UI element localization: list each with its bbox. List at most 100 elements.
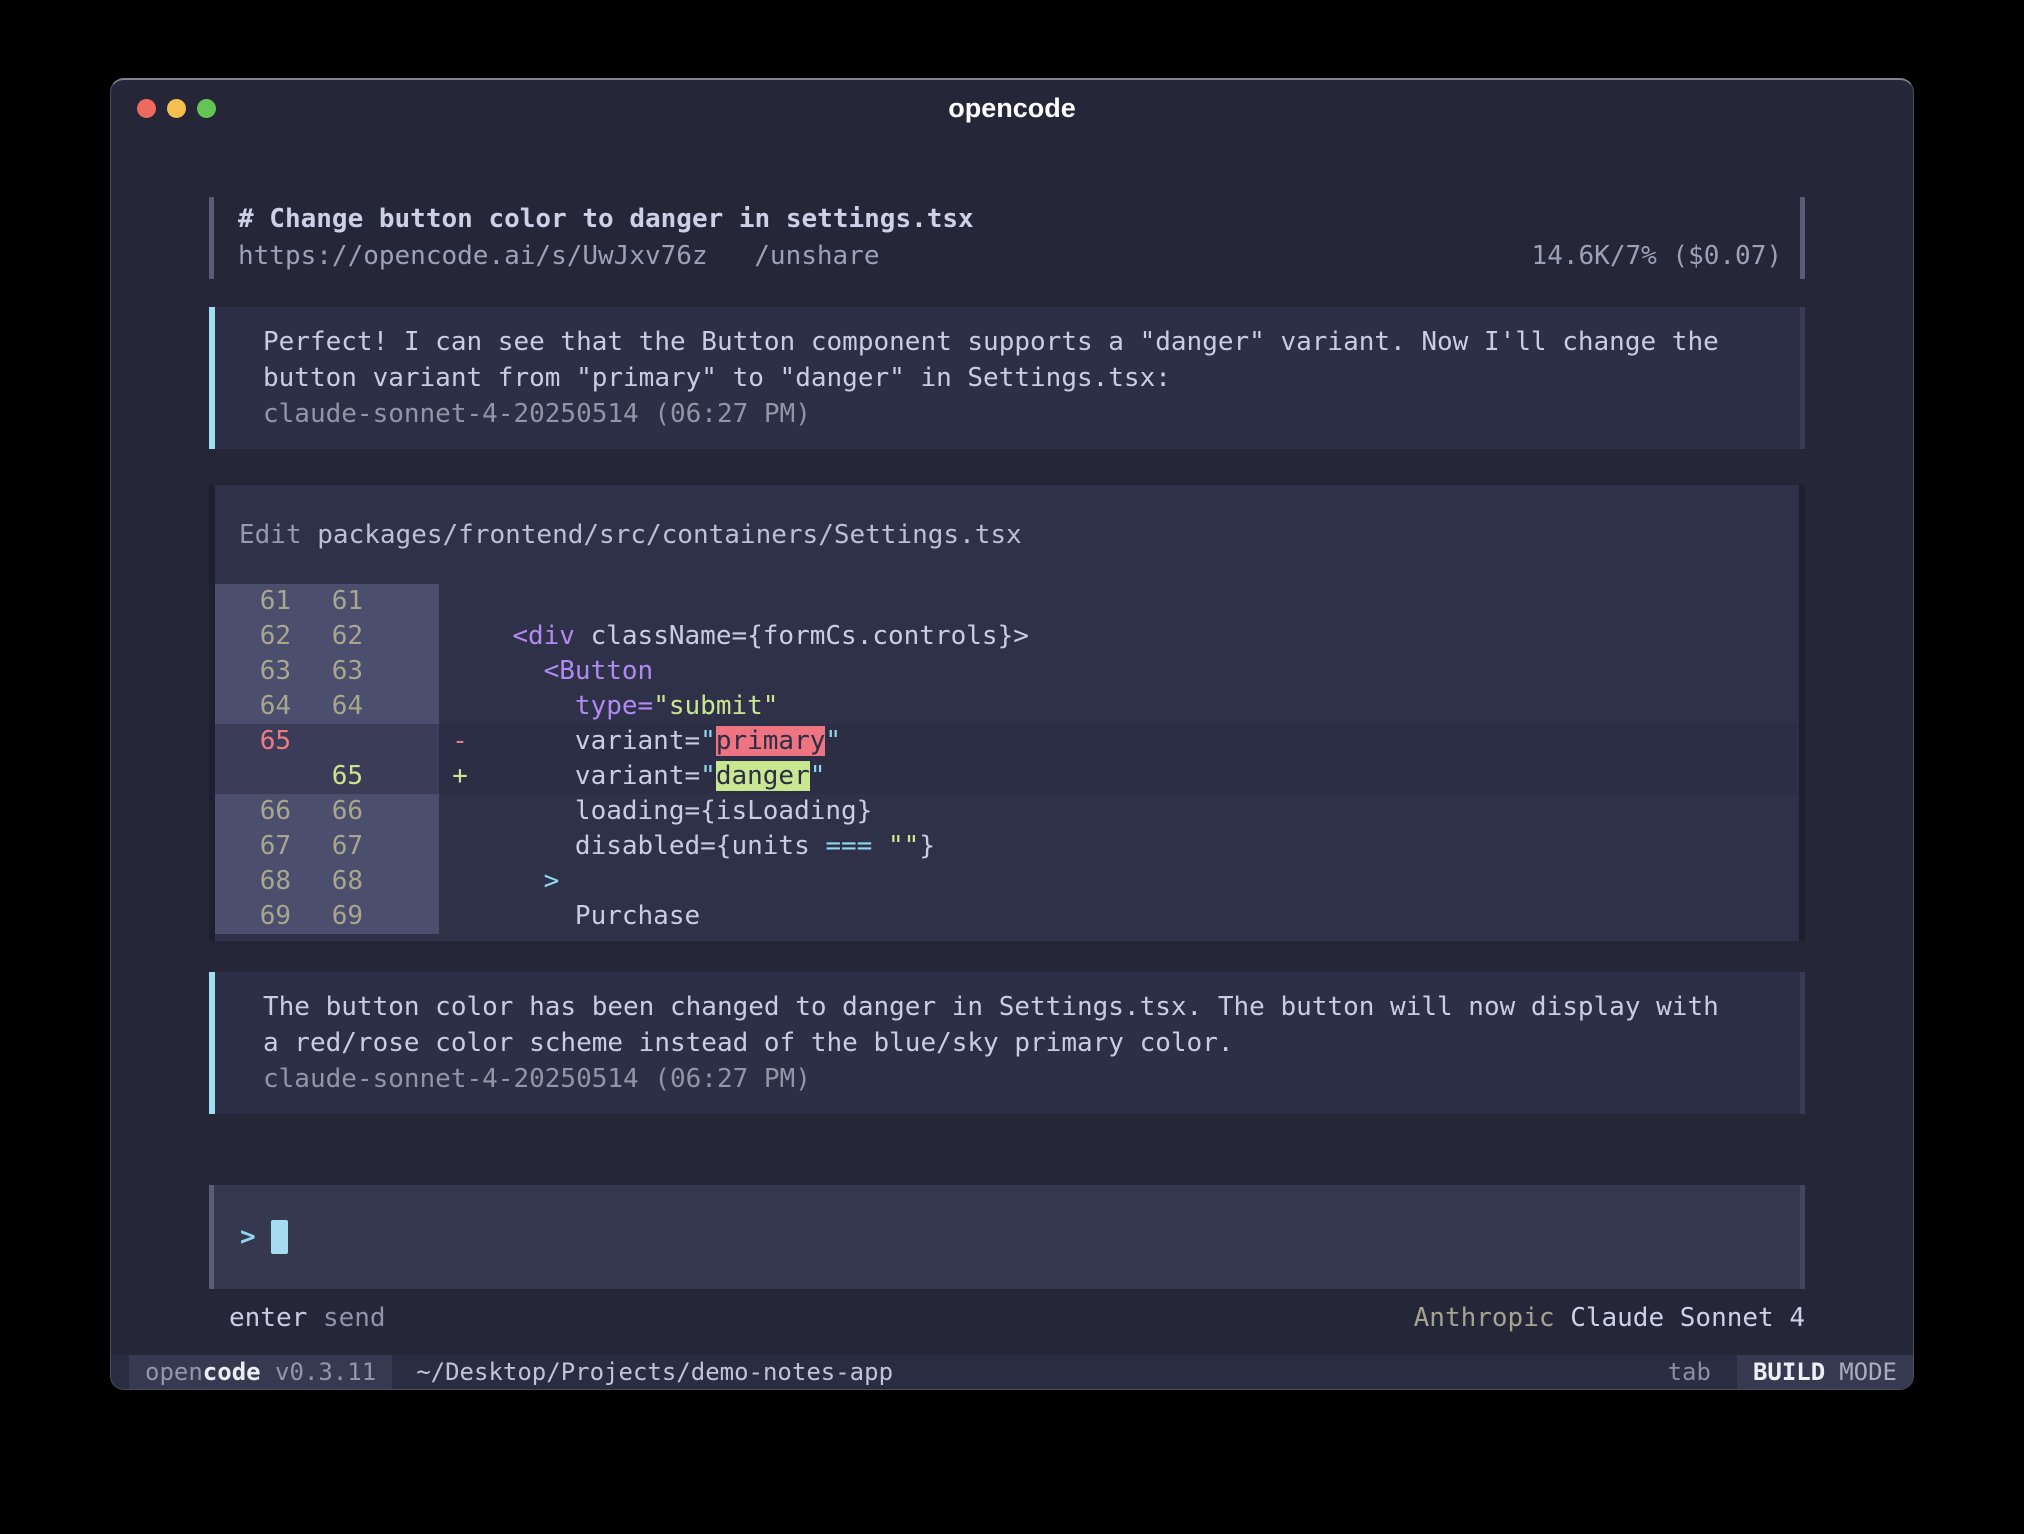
- send-hint: enter send: [209, 1300, 386, 1336]
- session-header-left: # Change button color to danger in setti…: [238, 201, 974, 275]
- hint-key: enter: [229, 1303, 307, 1333]
- diff-code-line: <Button: [481, 654, 653, 689]
- code-token: "": [888, 831, 919, 861]
- old-line-number: 67: [215, 829, 291, 864]
- text-cursor: [271, 1220, 288, 1254]
- diff-marker: [439, 584, 481, 619]
- diff-row: 6161: [215, 584, 1799, 619]
- code-token: [872, 831, 888, 861]
- status-bar: opencode v0.3.11 ~/Desktop/Projects/demo…: [111, 1355, 1913, 1389]
- message-meta: claude-sonnet-4-20250514 (06:27 PM): [263, 396, 1780, 432]
- new-line-number: [291, 724, 363, 759]
- main-content: # Change button color to danger in setti…: [111, 197, 1913, 1336]
- diff-row: 6464 type="submit": [215, 689, 1799, 724]
- input-footer: enter send Anthropic Claude Sonnet 4: [209, 1300, 1805, 1336]
- new-line-number: 66: [291, 794, 363, 829]
- diff-code-line: <div className={formCs.controls}>: [481, 619, 1029, 654]
- message-body: Perfect! I can see that the Button compo…: [263, 324, 1780, 396]
- mode-switch-key[interactable]: tab: [1668, 1355, 1711, 1389]
- edit-action-label: Edit: [239, 520, 302, 550]
- new-line-number: 64: [291, 689, 363, 724]
- app-window: opencode # Change button color to danger…: [110, 78, 1914, 1390]
- message-line: a red/rose color scheme instead of the b…: [263, 1025, 1780, 1061]
- old-line-number: 68: [215, 864, 291, 899]
- code-token: }: [919, 831, 935, 861]
- diff-gutter: 6161: [215, 584, 439, 619]
- diff-gutter: 6262: [215, 619, 439, 654]
- message-meta: claude-sonnet-4-20250514 (06:27 PM): [263, 1061, 1780, 1097]
- code-token: loading={isLoading}: [481, 796, 872, 826]
- session-title: # Change button color to danger in setti…: [238, 201, 974, 238]
- code-token: ": [700, 761, 716, 791]
- assistant-message: Perfect! I can see that the Button compo…: [209, 307, 1805, 449]
- diff-code-line: disabled={units === ""}: [481, 829, 935, 864]
- diff-row: 65+ variant="danger": [215, 759, 1799, 794]
- new-line-number: 67: [291, 829, 363, 864]
- mode-segment: BUILDMODE: [1737, 1355, 1913, 1389]
- code-token: "submit": [653, 691, 778, 721]
- diff-gutter: 6969: [215, 899, 439, 934]
- code-token: type=: [575, 691, 653, 721]
- diff-row: 6868 >: [215, 864, 1799, 899]
- code-token: danger: [716, 761, 810, 791]
- diff-marker: [439, 654, 481, 689]
- code-token: disabled={units: [481, 831, 825, 861]
- code-token: ": [810, 761, 826, 791]
- new-line-number: 61: [291, 584, 363, 619]
- diff-row: 6767 disabled={units === ""}: [215, 829, 1799, 864]
- code-token: [481, 621, 512, 651]
- diff-marker: -: [439, 724, 481, 759]
- session-subline: https://opencode.ai/s/UwJxv76z /unshare: [238, 238, 974, 275]
- working-directory: ~/Desktop/Projects/demo-notes-app: [416, 1355, 893, 1389]
- old-line-number: 65: [215, 724, 291, 759]
- diff-row: 6666 loading={isLoading}: [215, 794, 1799, 829]
- diff-marker: [439, 829, 481, 864]
- diff-marker: +: [439, 759, 481, 794]
- code-token: className={formCs.controls}>: [575, 621, 1029, 651]
- edit-file-path-text: packages/frontend/src/containers/Setting…: [317, 520, 1021, 550]
- diff-gutter: 6868: [215, 864, 439, 899]
- share-url-link[interactable]: https://opencode.ai/s/UwJxv76z: [238, 241, 708, 271]
- app-version-segment: opencode v0.3.11: [129, 1355, 392, 1389]
- app-name-suffix: code: [203, 1358, 261, 1386]
- prompt-input[interactable]: >: [209, 1185, 1805, 1289]
- edit-tool-block: Edit packages/frontend/src/containers/Se…: [209, 485, 1805, 941]
- new-line-number: 68: [291, 864, 363, 899]
- diff-code-line: Purchase: [481, 899, 700, 934]
- app-version-text: v0.3.11: [275, 1358, 376, 1386]
- token-cost-stats: 14.6K/7% ($0.07): [1532, 238, 1782, 275]
- message-line: Perfect! I can see that the Button compo…: [263, 324, 1780, 360]
- unshare-command[interactable]: /unshare: [754, 241, 879, 271]
- old-line-number: 64: [215, 689, 291, 724]
- code-token: <Button: [544, 656, 654, 686]
- code-token: >: [544, 866, 560, 896]
- diff-gutter: 65: [215, 724, 439, 759]
- diff-row: 6969 Purchase: [215, 899, 1799, 934]
- message-body: The button color has been changed to dan…: [263, 989, 1780, 1061]
- diff-row: 65- variant="primary": [215, 724, 1799, 759]
- code-token: ===: [825, 831, 872, 861]
- provider-name: Anthropic: [1414, 1303, 1555, 1333]
- diff-code-line: variant="danger": [481, 759, 825, 794]
- code-token: primary: [716, 726, 826, 756]
- window-title: opencode: [111, 93, 1913, 124]
- app-name-prefix: open: [145, 1358, 203, 1386]
- session-header: # Change button color to danger in setti…: [209, 197, 1805, 279]
- diff-gutter: 6767: [215, 829, 439, 864]
- code-token: [481, 866, 544, 896]
- message-line: The button color has been changed to dan…: [263, 989, 1780, 1025]
- old-line-number: 69: [215, 899, 291, 934]
- new-line-number: 63: [291, 654, 363, 689]
- old-line-number: [215, 759, 291, 794]
- diff-gutter: 6363: [215, 654, 439, 689]
- diff-gutter: 6464: [215, 689, 439, 724]
- hint-action: send: [323, 1303, 386, 1333]
- mode-name: BUILD: [1753, 1358, 1825, 1386]
- diff-code-line: loading={isLoading}: [481, 794, 872, 829]
- code-token: <div: [512, 621, 575, 651]
- old-line-number: 63: [215, 654, 291, 689]
- diff-marker: [439, 794, 481, 829]
- diff-code-line: >: [481, 864, 559, 899]
- code-token: variant=: [481, 761, 700, 791]
- new-line-number: 65: [291, 759, 363, 794]
